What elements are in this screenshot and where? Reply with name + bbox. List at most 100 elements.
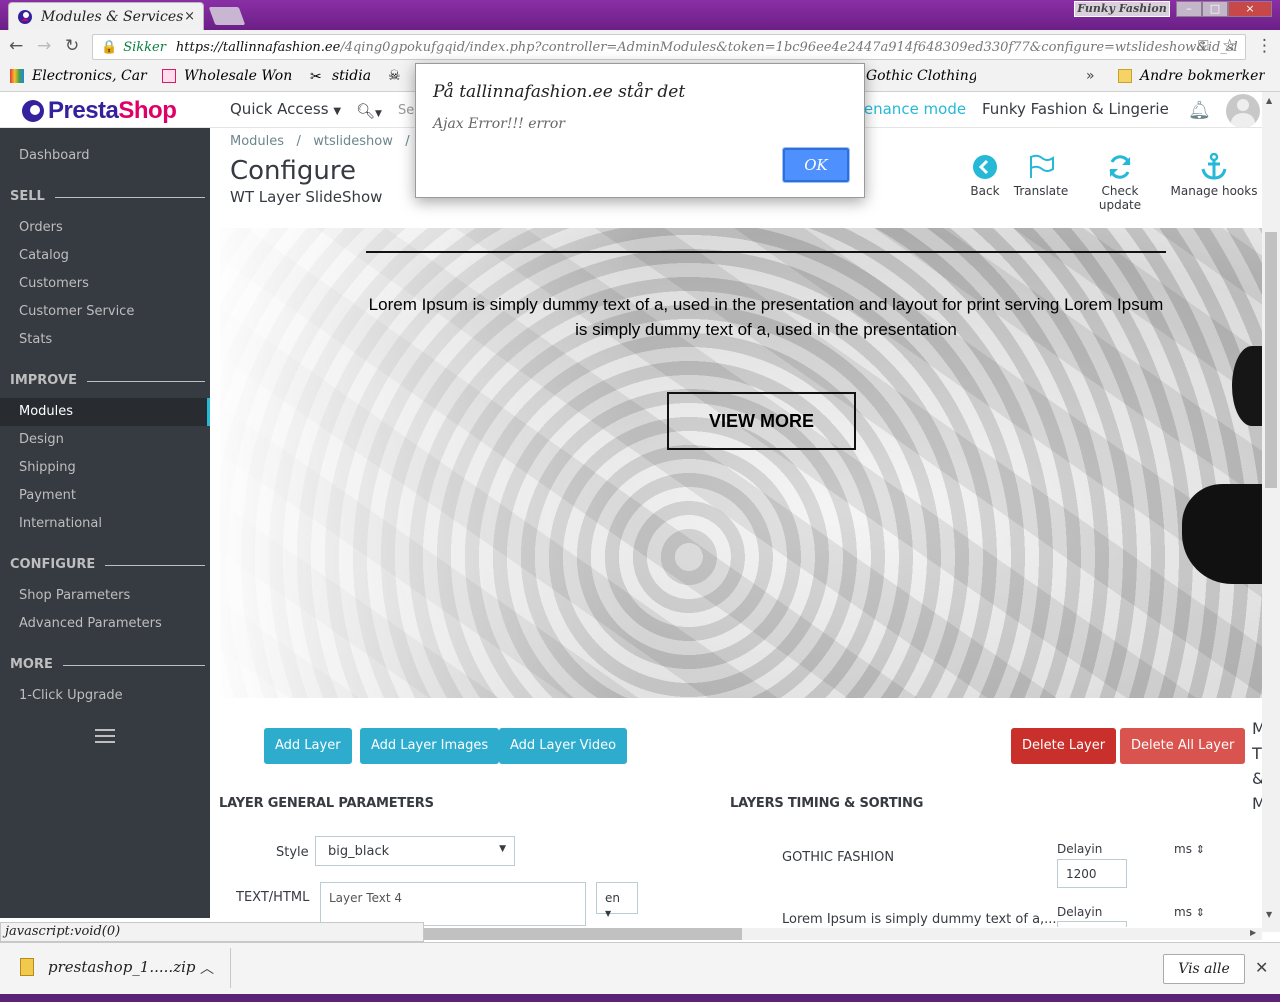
page-subtitle: WT Layer SlideShow [230,188,383,206]
vertical-scrollbar-thumb[interactable] [1265,232,1277,488]
minimize-button[interactable]: – [1176,1,1202,17]
address-bar[interactable]: 🔒 Sikker https://tallinnafashion.ee /4qi… [92,34,1246,60]
forward-icon[interactable]: → [37,36,51,56]
refresh-icon [1080,148,1160,184]
timing-row-name: GOTHIC FASHION [782,850,895,865]
shop-name-link[interactable]: Funky Fashion & Lingerie [982,100,1169,118]
download-item[interactable]: prestashop_1.....zip [20,958,196,976]
scroll-up-icon[interactable]: ▲ [1266,96,1272,105]
reload-icon[interactable]: ↻ [65,36,79,56]
delete-layer-button[interactable]: Delete Layer [1011,728,1117,764]
photo-icon [162,69,176,83]
browser-tab[interactable]: Modules & Services × [8,2,204,30]
bookmark-wholesale[interactable]: Wholesale Won [162,66,300,86]
style-select[interactable]: big_black ▼ [315,836,515,866]
sidebar-item-dashboard[interactable]: Dashboard [0,142,210,170]
star-icon[interactable]: ☆ [1222,36,1237,56]
general-params-heading: LAYER GENERAL PARAMETERS [219,796,434,811]
show-all-downloads-button[interactable]: Vis alle [1163,954,1245,984]
sidebar-item-modules[interactable]: Modules [0,398,210,426]
slide-divider-layer[interactable] [366,251,1166,253]
delayin-label: Delayin [1057,842,1103,856]
other-bookmarks[interactable]: Andre bokmerker [1118,66,1265,86]
slide-view-more-layer[interactable]: VIEW MORE [667,392,856,450]
new-tab-button[interactable] [208,7,246,25]
close-downloads-icon[interactable]: ✕ [1255,958,1268,977]
vertical-scrollbar[interactable] [1262,92,1280,932]
toolbar-back-button[interactable]: Back [964,148,1006,198]
cutoff-text: M T & M [1252,719,1262,813]
back-icon[interactable]: ← [9,36,23,56]
sidebar-item-design[interactable]: Design [0,426,210,454]
sidebar-collapse-icon[interactable] [95,729,115,747]
alert-dialog: På tallinnafashion.ee står det Ajax Erro… [415,63,865,198]
taskbar [0,994,1280,1002]
prestashop-favicon-icon [18,9,32,24]
prestashop-logo[interactable]: Presta Shop [22,97,177,125]
sidebar-item-international[interactable]: International [0,510,210,538]
scroll-right-icon[interactable]: ▶ [1250,928,1256,937]
ms-unit-label: ms ⇕ [1174,842,1205,856]
scroll-down-icon[interactable]: ▼ [1266,910,1272,919]
toolbar-check-update-button[interactable]: Check update [1080,148,1160,212]
sidebar-item-customer-service[interactable]: Customer Service [0,298,210,326]
add-layer-button[interactable]: Add Layer [264,728,352,764]
back-arrow-icon [964,148,1006,184]
bookmark-gothic-clothing[interactable]: Gothic Clothing [866,66,976,86]
search-icon[interactable]: 🔍︎▼ [356,102,382,120]
sidebar-item-customers[interactable]: Customers [0,270,210,298]
breadcrumb-wtslideshow[interactable]: wtslideshow [313,134,393,149]
secure-label: Sikker [123,39,166,55]
alert-ok-button[interactable]: OK [782,147,850,183]
sidebar: Dashboard SELL Orders Catalog Customers … [0,128,210,918]
bookmarks-overflow[interactable]: » [1086,66,1095,86]
menu-icon[interactable]: ⋮ [1256,36,1273,56]
style-label: Style [276,845,309,860]
alert-message: Ajax Error!!! error [433,116,565,132]
add-layer-images-button[interactable]: Add Layer Images [360,728,500,764]
url-path: /4qing0gpokufgqid/index.php?controller=A… [340,39,1237,55]
delete-all-layer-button[interactable]: Delete All Layer [1120,728,1246,764]
anchor-icon [1170,148,1258,184]
window-close-button[interactable]: × [1228,1,1272,17]
sidebar-item-orders[interactable]: Orders [0,214,210,242]
skull-icon[interactable]: ☠ [388,66,412,86]
caret-down-icon: ▼ [333,106,342,117]
bookmark-electronics[interactable]: Electronics, Car [10,66,148,86]
toolbar-translate-button[interactable]: Translate [1012,148,1070,198]
sidebar-item-stats[interactable]: Stats [0,326,210,354]
horizontal-scrollbar-thumb[interactable] [424,928,742,940]
language-dropdown[interactable]: en ▼ [596,882,638,918]
sidebar-item-shop-parameters[interactable]: Shop Parameters [0,582,210,610]
delay-input[interactable]: 1200 [1057,859,1127,888]
profile-name[interactable]: Funky Fashion [1074,1,1170,17]
flag-icon [1012,148,1070,184]
layer-text-input[interactable]: Layer Text 4 [320,882,586,926]
notification-bell-icon[interactable]: 🔔︎ [1188,100,1211,121]
sidebar-item-1-click-upgrade[interactable]: 1-Click Upgrade [0,682,210,710]
toolbar-manage-hooks-button[interactable]: Manage hooks [1170,148,1258,198]
breadcrumb-modules[interactable]: Modules [230,134,284,149]
sidebar-item-shipping[interactable]: Shipping [0,454,210,482]
bookmark-stidia[interactable]: ✂ stidia [310,66,380,86]
sidebar-item-advanced-parameters[interactable]: Advanced Parameters [0,610,210,638]
slide-text-layer[interactable]: Lorem Ipsum is simply dummy text of a, u… [366,292,1166,342]
folder-icon [1118,69,1132,83]
key-icon[interactable]: ⚿ [1198,38,1209,54]
delay-input[interactable] [1057,921,1127,927]
chevron-up-icon[interactable]: ︿ [200,958,214,978]
maximize-button[interactable]: □ [1202,1,1228,17]
sidebar-item-catalog[interactable]: Catalog [0,242,210,270]
employee-avatar[interactable] [1226,94,1260,128]
sidebar-item-payment[interactable]: Payment [0,482,210,510]
add-layer-video-button[interactable]: Add Layer Video [499,728,628,764]
maintenance-mode-link[interactable]: tenance mode [858,100,966,118]
sidebar-section-sell: SELL [10,187,205,207]
tab-close-icon[interactable]: × [184,9,195,24]
quick-access-menu[interactable]: Quick Access ▼ [230,100,341,118]
puffin-logo-icon [22,100,44,122]
bag-icon [10,69,24,83]
lock-icon: 🔒 [101,39,118,55]
scissors-icon: ✂ [310,69,322,85]
alert-title: På tallinnafashion.ee står det [433,82,686,102]
